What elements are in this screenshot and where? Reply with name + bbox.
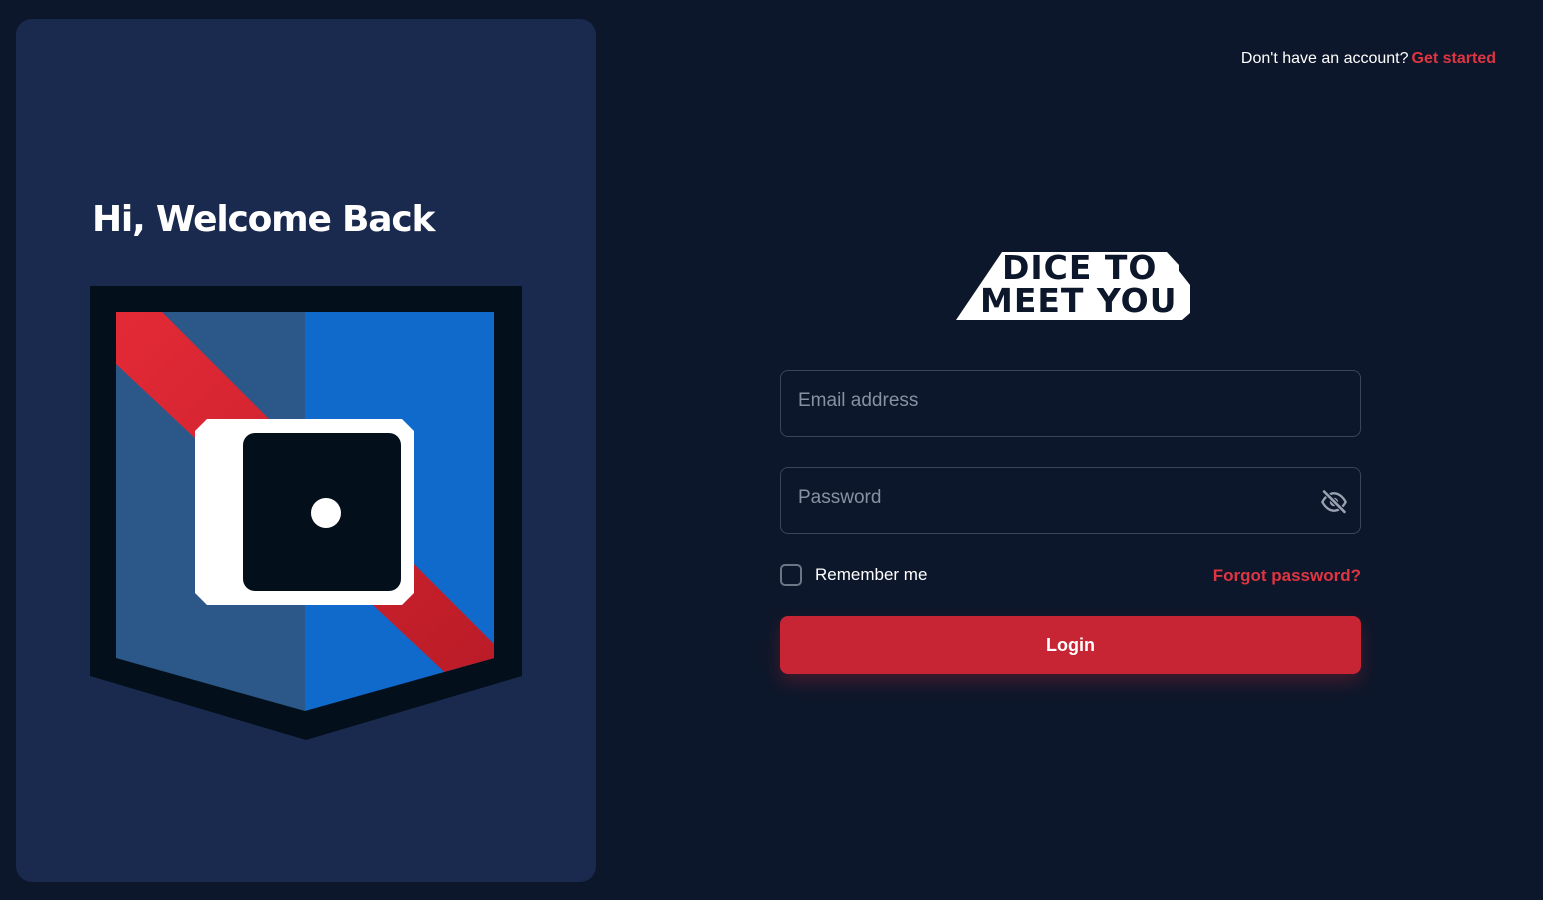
email-field [780, 370, 1361, 437]
brand-logo: DICE TO MEET YOU [954, 251, 1192, 323]
password-input[interactable] [781, 468, 1360, 533]
eye-off-icon[interactable] [1320, 488, 1348, 516]
form-options: Remember me Forgot password? [780, 564, 1361, 590]
logo-line-1: DICE TO [1002, 248, 1158, 287]
welcome-title: Hi, Welcome Back [92, 199, 435, 240]
email-input[interactable] [781, 371, 1360, 436]
remember-me-label: Remember me [815, 565, 928, 584]
signup-prompt: Don't have an account? Get started [1241, 50, 1496, 68]
dice-shield-illustration [90, 286, 522, 740]
get-started-link[interactable]: Get started [1412, 50, 1496, 67]
welcome-panel: Hi, Welcome Back [16, 19, 596, 882]
password-field [780, 467, 1361, 534]
signup-prompt-text: Don't have an account? [1240, 50, 1409, 67]
login-page: Hi, Welcome Back Don't have an account? … [0, 0, 1543, 900]
logo-line-2: MEET YOU [980, 281, 1178, 320]
login-button[interactable]: Login [780, 616, 1361, 674]
forgot-password-link[interactable]: Forgot password? [1213, 566, 1361, 586]
remember-me[interactable]: Remember me [780, 564, 927, 586]
login-form: Remember me Forgot password? Login [780, 370, 1361, 674]
remember-me-checkbox[interactable] [780, 564, 802, 586]
